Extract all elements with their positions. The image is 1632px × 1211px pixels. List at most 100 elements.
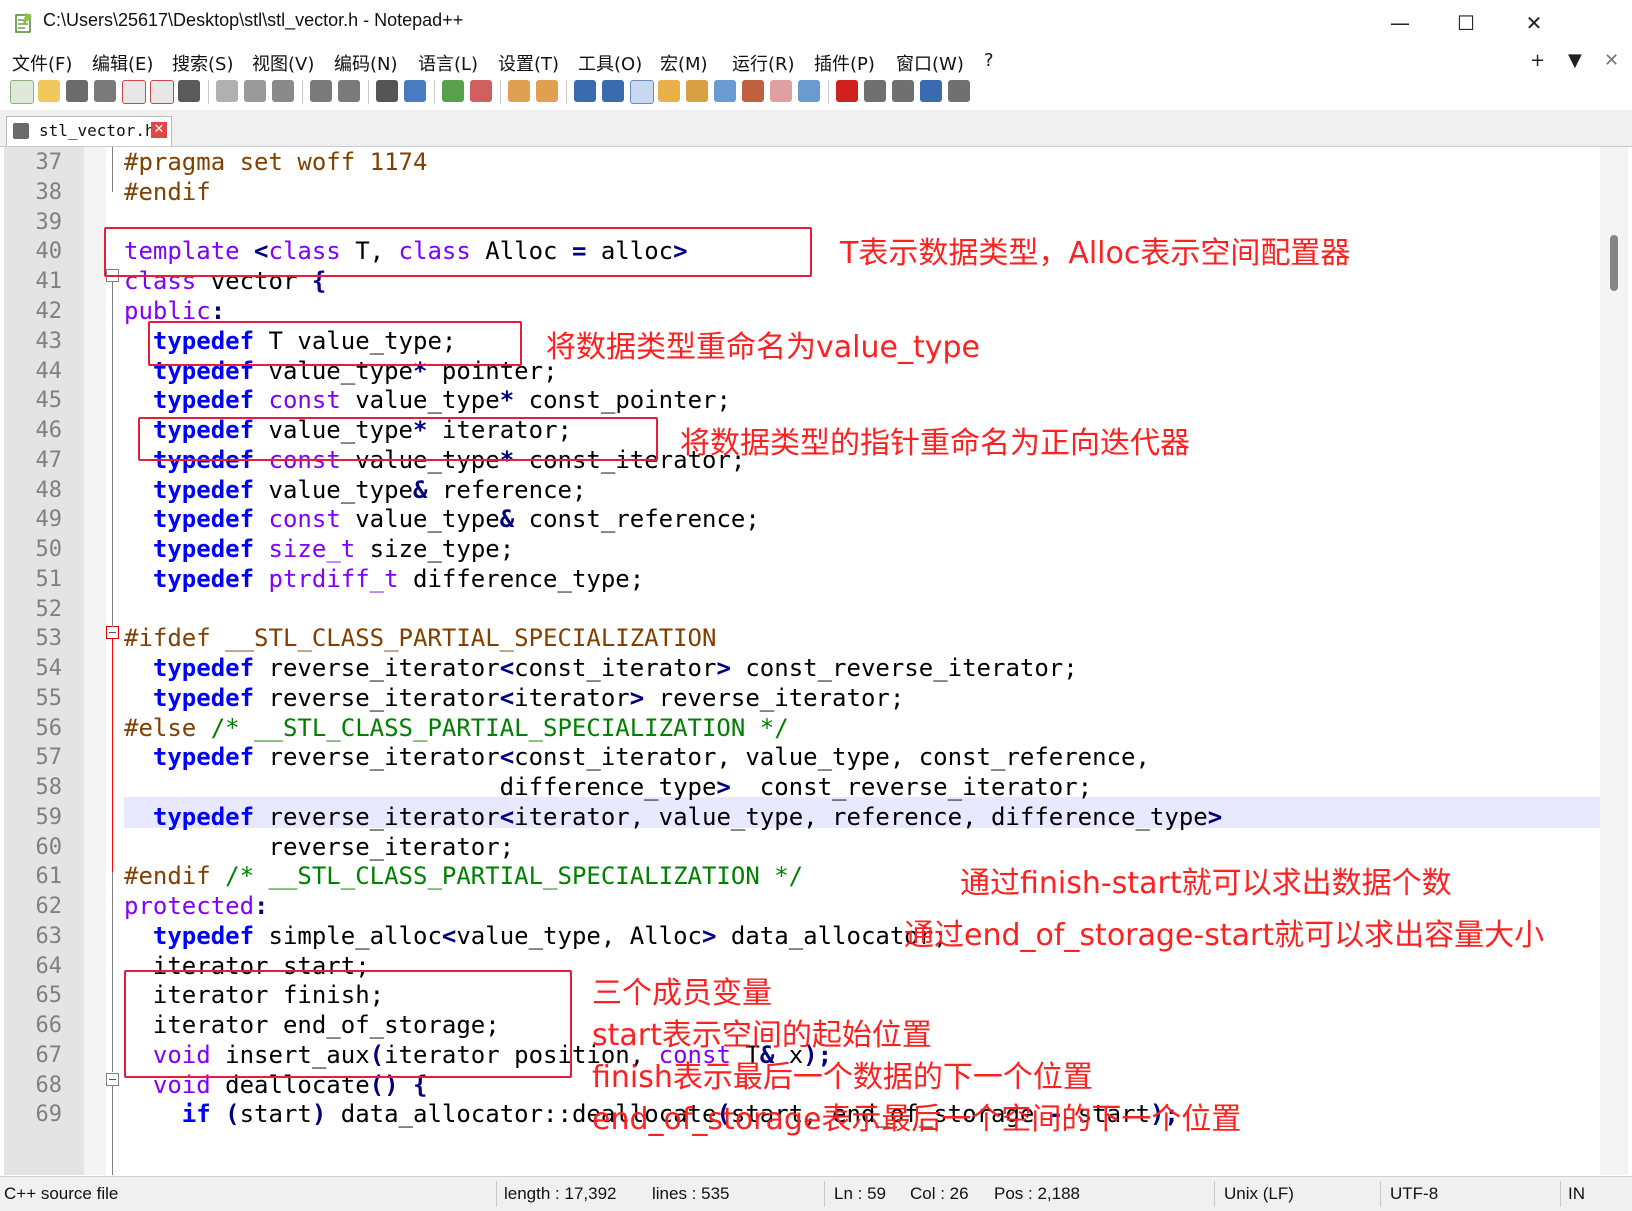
toolbar [0,76,1632,110]
tab-list-dropdown[interactable]: ▼ [1568,50,1582,71]
menu-edit[interactable]: 编辑(E) [92,50,153,76]
new-file-icon[interactable] [10,80,34,104]
status-lines: lines : 535 [652,1184,730,1203]
status-col: Col : 26 [910,1184,969,1203]
fold-toggle-icon[interactable] [106,626,119,639]
word-wrap-icon[interactable] [574,80,596,102]
close-button[interactable]: ✕ [1504,6,1564,40]
save-all-icon[interactable] [94,80,116,102]
fold-toggle-icon[interactable] [106,1073,119,1086]
line-number: 46 [35,418,63,443]
status-insert-mode[interactable]: IN [1568,1184,1585,1204]
add-tab-button[interactable]: + [1530,50,1545,71]
copy-icon[interactable] [244,80,266,102]
line-number-gutter: 37 38 39 40 41 42 43 44 45 46 47 48 49 50 51 52 53 54 55 56… [4,147,84,1175]
indent-guide-icon[interactable] [630,80,654,104]
menu-language[interactable]: 语言(L) [418,50,478,76]
menu-run[interactable]: 运行(R) [732,50,795,76]
status-bar: C++ source file length : 17,392 lines : … [0,1176,1632,1211]
fold-margin[interactable] [84,147,106,1175]
save-icon[interactable] [66,80,88,102]
doc-map-icon[interactable] [686,80,708,102]
menu-encoding[interactable]: 编码(N) [334,50,398,76]
menu-tools[interactable]: 工具(O) [578,50,642,76]
status-ln: Ln : 59 [834,1184,886,1203]
status-length: length : 17,392 [504,1184,617,1203]
line-number: 60 [35,835,63,860]
line-number: 57 [35,745,63,770]
menu-window[interactable]: 窗口(W) [896,50,964,76]
window-title: C:\Users\25617\Desktop\stl\stl_vector.h … [43,10,464,30]
stop-macro-icon[interactable] [864,80,886,102]
function-list-icon[interactable] [742,80,764,102]
status-filetype: C++ source file [4,1184,119,1203]
annotation-box-members [124,970,572,1078]
replace-icon[interactable] [404,80,426,102]
record-macro-icon[interactable] [836,80,858,102]
redo-icon[interactable] [338,80,360,102]
show-all-chars-icon[interactable] [602,80,624,102]
menu-help[interactable]: ? [984,50,994,71]
print-icon[interactable] [178,80,200,102]
monitoring-icon[interactable] [798,80,820,102]
close-doc-button[interactable]: ✕ [1604,50,1619,71]
paste-icon[interactable] [272,80,294,102]
annotation-finish: finish表示最后一个数据的下一个位置 [592,1060,1093,1095]
annotation-value-type: 将数据类型重命名为value_type [546,330,980,365]
annotation-box-iterator [138,417,658,461]
menu-view[interactable]: 视图(V) [252,50,314,76]
menu-file[interactable]: 文件(F) [12,50,72,76]
line-number: 64 [35,954,63,979]
line-number: 49 [35,507,63,532]
line-number: 59 [35,805,63,830]
maximize-button[interactable]: ☐ [1436,6,1496,40]
title-bar: C:\Users\25617\Desktop\stl\stl_vector.h … [0,0,1632,44]
menu-search[interactable]: 搜索(S) [172,50,233,76]
zoom-in-icon[interactable] [442,80,464,102]
notepadpp-logo-icon [15,13,32,33]
line-number: 54 [35,656,63,681]
line-number: 56 [35,716,63,741]
line-number: 68 [35,1073,63,1098]
menu-macro[interactable]: 宏(M) [660,50,708,76]
annotation-box-value-type [148,321,522,366]
scrollbar-thumb[interactable] [1610,235,1618,291]
tab-bar: stl_vector.h ✕ [0,110,1632,147]
close-file-icon[interactable] [122,80,146,104]
menu-bar: 文件(F) 编辑(E) 搜索(S) 视图(V) 编码(N) 语言(L) 设置(T… [0,44,1632,76]
line-number: 67 [35,1043,63,1068]
line-number: 51 [35,567,63,592]
line-number: 65 [35,983,63,1008]
open-file-icon[interactable] [38,80,60,102]
menu-settings[interactable]: 设置(T) [498,50,559,76]
udl-icon[interactable] [658,80,680,102]
line-number: 44 [35,359,63,384]
cut-icon[interactable] [216,80,238,102]
status-eol[interactable]: Unix (LF) [1224,1184,1294,1204]
annotation-end-of-storage: end_of_storage表示最后一个空间的下一个位置 [592,1102,1242,1137]
find-icon[interactable] [376,80,398,102]
line-number: 63 [35,924,63,949]
line-number: 45 [35,388,63,413]
menu-plugins[interactable]: 插件(P) [814,50,875,76]
line-number: 42 [35,299,63,324]
play-macro-icon[interactable] [892,80,914,102]
sync-vertical-icon[interactable] [508,80,530,102]
annotation-template: T表示数据类型，Alloc表示空间配置器 [840,236,1351,271]
undo-icon[interactable] [310,80,332,102]
tab-stl-vector[interactable]: stl_vector.h ✕ [6,116,172,146]
line-number: 48 [35,478,63,503]
status-encoding[interactable]: UTF-8 [1390,1184,1438,1204]
folder-workspace-icon[interactable] [770,80,792,102]
line-number: 58 [35,775,63,800]
tab-close-icon[interactable]: ✕ [151,122,167,138]
run-macro-multiple-icon[interactable] [920,80,942,102]
close-all-icon[interactable] [150,80,174,104]
vertical-scrollbar[interactable] [1600,147,1628,1175]
doc-list-icon[interactable] [714,80,736,102]
zoom-out-icon[interactable] [470,80,492,102]
sync-horizontal-icon[interactable] [536,80,558,102]
line-number: 38 [35,180,63,205]
minimize-button[interactable]: — [1370,6,1430,40]
save-macro-icon[interactable] [948,80,970,102]
